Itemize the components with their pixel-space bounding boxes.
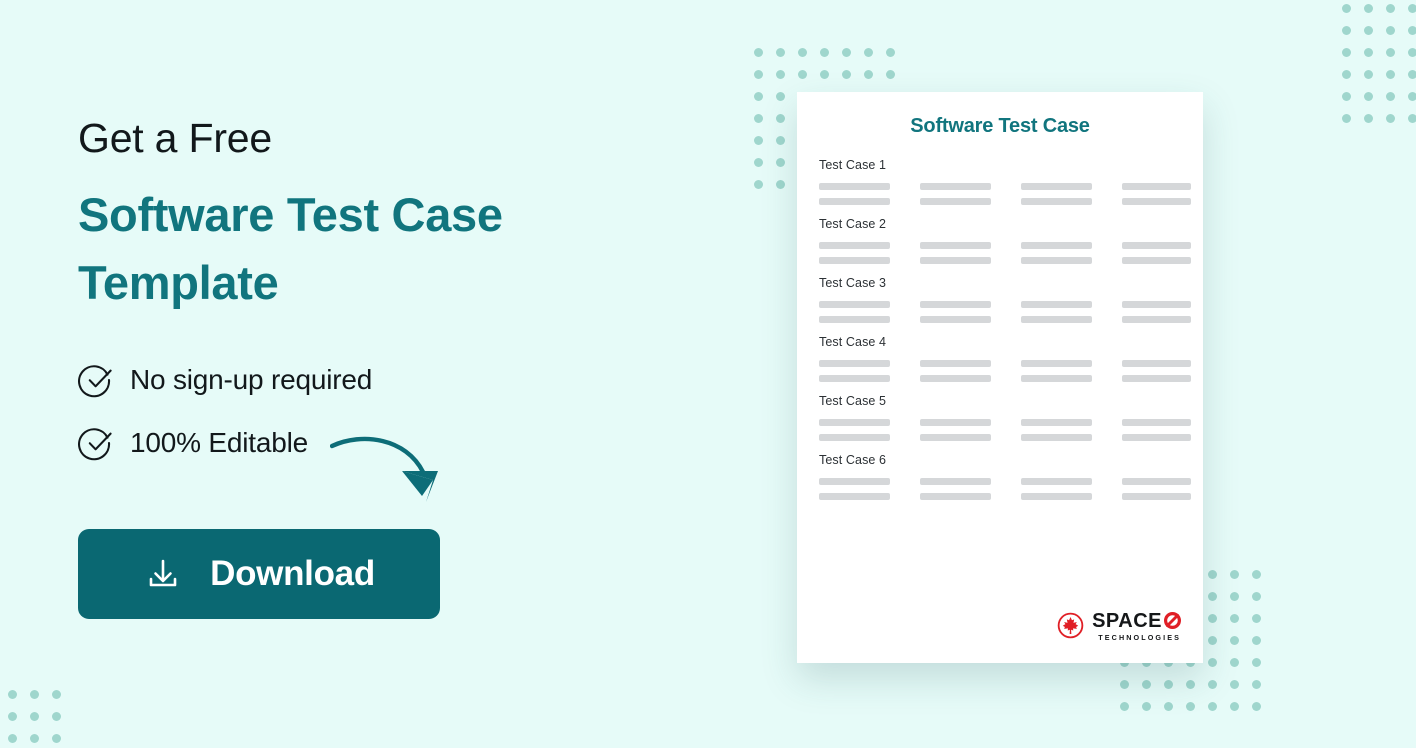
placeholder-bar-row (819, 434, 1191, 441)
placeholder-bar (819, 478, 890, 485)
document-title: Software Test Case (910, 115, 1090, 137)
test-case-block: Test Case 5 (819, 394, 1191, 441)
placeholder-bar (920, 301, 991, 308)
placeholder-bar-row (819, 375, 1191, 382)
placeholder-bar (1021, 183, 1092, 190)
feature-label: No sign-up required (130, 364, 373, 396)
company-logo: SPACE TECHNOLOGIES (1057, 611, 1181, 641)
test-case-block: Test Case 6 (819, 453, 1191, 500)
placeholder-bar (1122, 316, 1191, 323)
placeholder-bar-row (819, 478, 1191, 485)
placeholder-bar (819, 301, 890, 308)
placeholder-bar (920, 316, 991, 323)
placeholder-bar (819, 360, 890, 367)
test-case-label: Test Case 4 (819, 335, 887, 349)
test-case-label: Test Case 6 (819, 453, 887, 467)
placeholder-bar (819, 242, 890, 249)
feature-item-no-signup: No sign-up required (78, 361, 678, 399)
placeholder-bar (1122, 493, 1191, 500)
feature-list: No sign-up required 100% Editable (78, 361, 678, 462)
placeholder-bar (819, 198, 890, 205)
placeholder-bar-row (819, 301, 1191, 308)
placeholder-bar-row (819, 257, 1191, 264)
placeholder-bar-row (819, 419, 1191, 426)
placeholder-bar (1122, 419, 1191, 426)
placeholder-bar (819, 434, 890, 441)
placeholder-bar (920, 375, 991, 382)
placeholder-bar (1122, 198, 1191, 205)
placeholder-bar-row (819, 183, 1191, 190)
placeholder-bar (920, 242, 991, 249)
placeholder-bar (1021, 198, 1092, 205)
hero-content: Get a Free Software Test Case Template N… (78, 118, 678, 487)
placeholder-bar (1122, 360, 1191, 367)
placeholder-bar (1021, 434, 1092, 441)
decorative-dot-grid-top-right (1342, 4, 1416, 136)
logo-wordmark: SPACE TECHNOLOGIES (1092, 611, 1181, 641)
placeholder-bar (1021, 242, 1092, 249)
placeholder-bar (1021, 316, 1092, 323)
test-case-label: Test Case 5 (819, 394, 887, 408)
placeholder-bar (1021, 301, 1092, 308)
placeholder-bar (819, 316, 890, 323)
placeholder-bar (1021, 257, 1092, 264)
document-preview-card[interactable]: Software Test Case Test Case 1 Test Case … (797, 92, 1203, 663)
placeholder-bar (819, 375, 890, 382)
placeholder-bar (1021, 360, 1092, 367)
placeholder-bar (920, 419, 991, 426)
placeholder-bar-row (819, 493, 1191, 500)
document-case-list: Test Case 1 Test Case 2 Test Case 3 Test Ca… (819, 158, 1191, 500)
test-case-block: Test Case 1 (819, 158, 1191, 205)
placeholder-bar (920, 183, 991, 190)
placeholder-bar (1021, 419, 1092, 426)
placeholder-bar-row (819, 316, 1191, 323)
test-case-label: Test Case 1 (819, 158, 887, 172)
placeholder-bar (1122, 257, 1191, 264)
logo-tagline: TECHNOLOGIES (1098, 632, 1181, 642)
test-case-block: Test Case 3 (819, 276, 1191, 323)
placeholder-bar (920, 434, 991, 441)
download-button[interactable]: Download (78, 529, 440, 619)
slashed-o-icon (1164, 612, 1181, 630)
decorative-dot-grid-bottom-left (8, 690, 74, 748)
placeholder-bar (920, 360, 991, 367)
placeholder-bar (819, 419, 890, 426)
placeholder-bar (1122, 242, 1191, 249)
placeholder-bar (920, 198, 991, 205)
check-circle-icon (78, 428, 112, 461)
placeholder-bar (1021, 493, 1092, 500)
placeholder-bar (920, 257, 991, 264)
test-case-label: Test Case 2 (819, 217, 887, 231)
placeholder-bar (1021, 375, 1092, 382)
placeholder-bar (1021, 478, 1092, 485)
placeholder-bar (1122, 183, 1191, 190)
feature-item-editable: 100% Editable (78, 424, 678, 462)
placeholder-bar-row (819, 198, 1191, 205)
placeholder-bar (1122, 375, 1191, 382)
download-button-label: Download (210, 554, 375, 593)
placeholder-bar (1122, 301, 1191, 308)
placeholder-bar (920, 478, 991, 485)
placeholder-bar (920, 493, 991, 500)
placeholder-bar (819, 493, 890, 500)
placeholder-bar (819, 257, 890, 264)
placeholder-bar (1122, 434, 1191, 441)
download-icon (149, 559, 177, 587)
test-case-block: Test Case 2 (819, 217, 1191, 264)
check-circle-icon (78, 365, 112, 398)
test-case-block: Test Case 4 (819, 335, 1191, 382)
placeholder-bar-row (819, 360, 1191, 367)
placeholder-bar (819, 183, 890, 190)
page-title-line1: Get a Free (78, 115, 272, 161)
feature-label: 100% Editable (130, 427, 308, 459)
page-title-line2: Software Test Case Template (78, 188, 503, 310)
maple-leaf-circle-icon (1057, 613, 1084, 639)
test-case-label: Test Case 3 (819, 276, 887, 290)
logo-name: SPACE (1092, 609, 1162, 632)
placeholder-bar (1122, 478, 1191, 485)
placeholder-bar-row (819, 242, 1191, 249)
